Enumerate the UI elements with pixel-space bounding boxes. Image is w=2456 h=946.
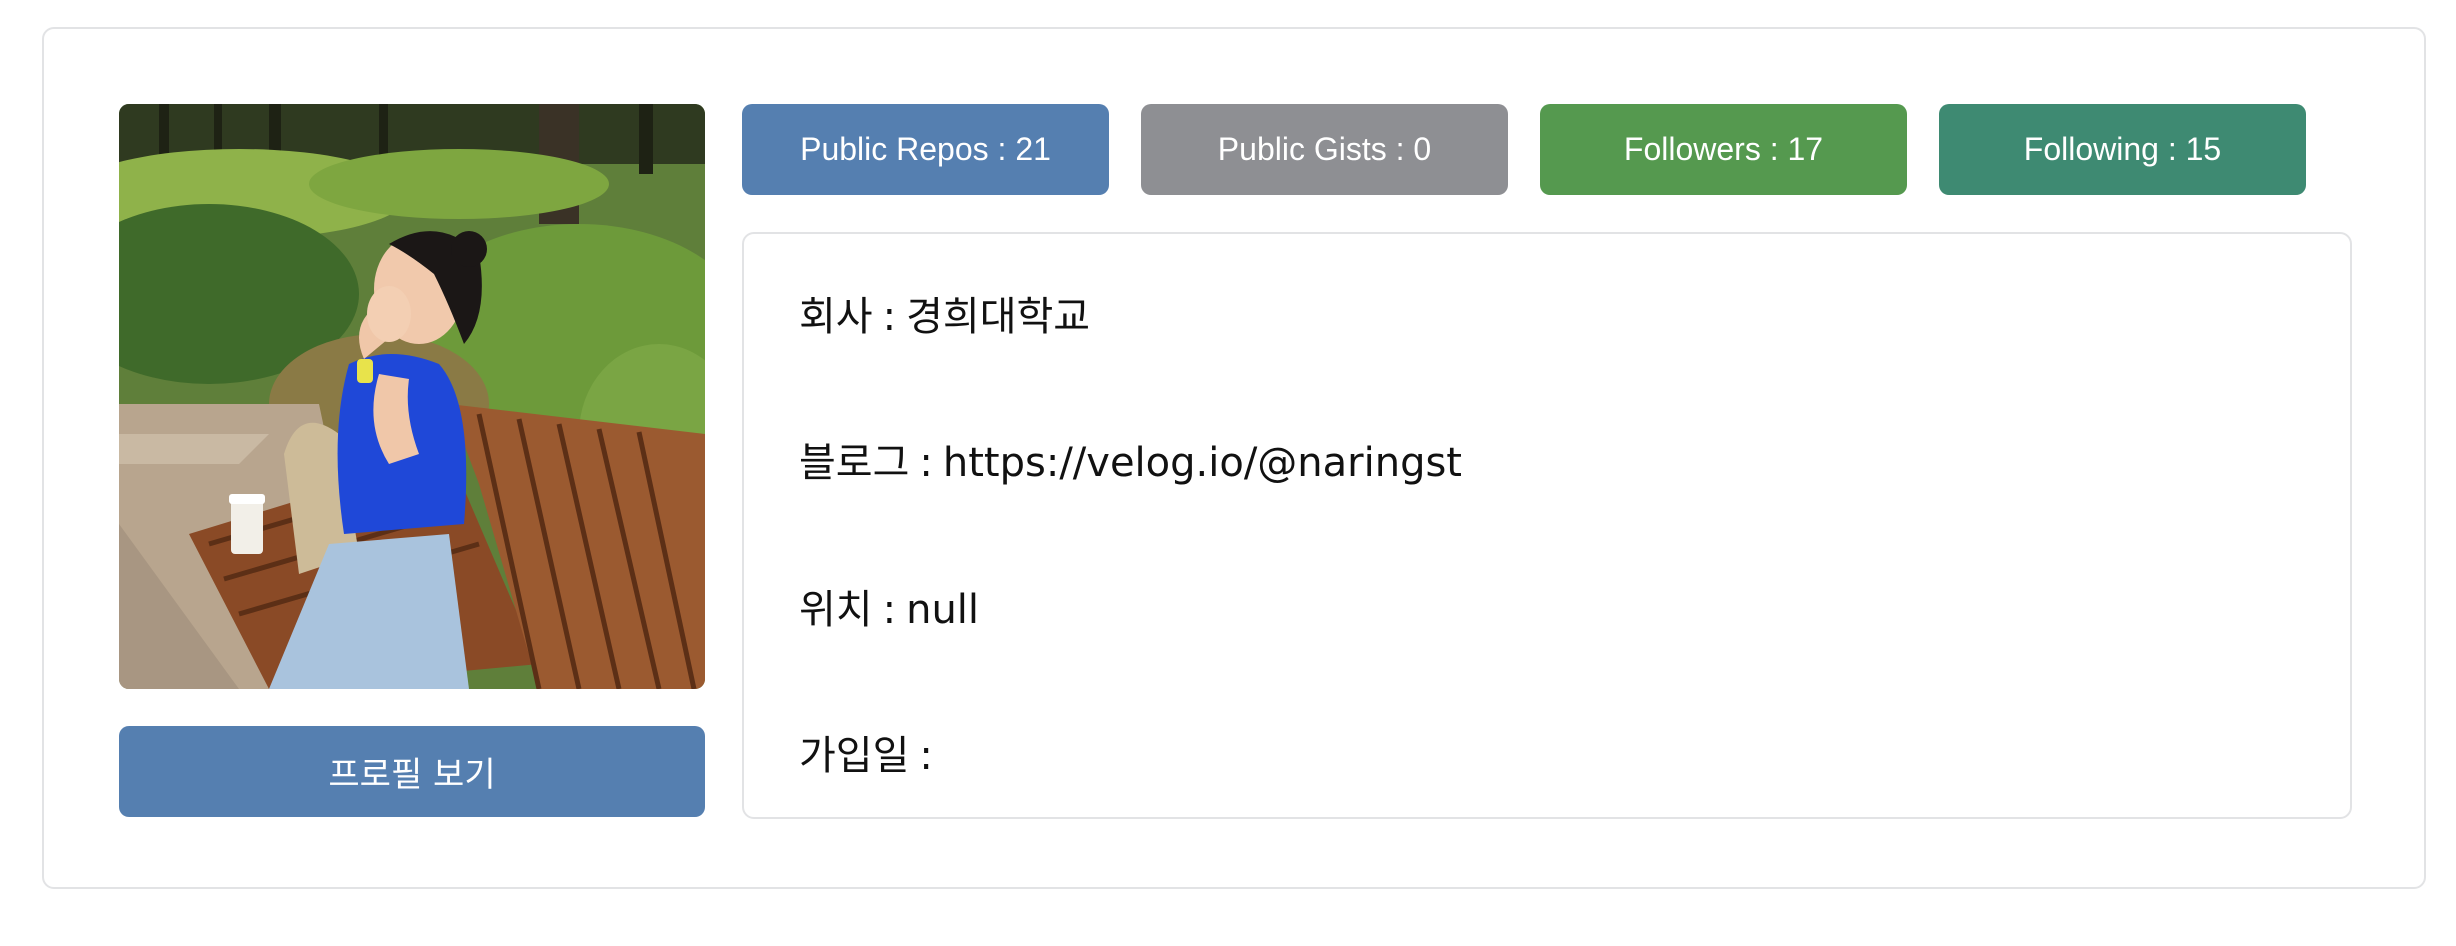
blog-separator: : [919, 440, 933, 486]
blog-link[interactable]: https://velog.io/@naringst [943, 440, 1462, 486]
joined-separator: : [919, 733, 933, 779]
blog-label: 블로그 [799, 440, 910, 486]
location-row: 위치: null [799, 577, 979, 635]
followers-badge: Followers : 17 [1540, 104, 1907, 195]
company-label: 회사 [799, 294, 873, 340]
public-repos-badge: Public Repos : 21 [742, 104, 1109, 195]
view-profile-button[interactable]: 프로필 보기 [119, 726, 705, 817]
following-badge: Following : 15 [1939, 104, 2306, 195]
public-gists-badge: Public Gists : 0 [1141, 104, 1508, 195]
photo-illustration [119, 104, 705, 689]
location-separator: : [882, 587, 897, 633]
joined-label: 가입일 [799, 733, 910, 779]
company-value: 경희대학교 [906, 294, 1091, 340]
blog-row: 블로그: https://velog.io/@naringst [799, 430, 1462, 488]
profile-card: 프로필 보기 Public Repos : 21 Public Gists : … [42, 27, 2426, 889]
location-value: null [906, 587, 980, 633]
profile-info-box: 회사: 경희대학교 블로그: https://velog.io/@naringst … [742, 232, 2352, 819]
joined-row: 가입일: [799, 723, 943, 781]
company-row: 회사: 경희대학교 [799, 284, 1090, 342]
profile-photo [119, 104, 705, 689]
location-label: 위치 [799, 587, 873, 633]
company-separator: : [882, 294, 897, 340]
